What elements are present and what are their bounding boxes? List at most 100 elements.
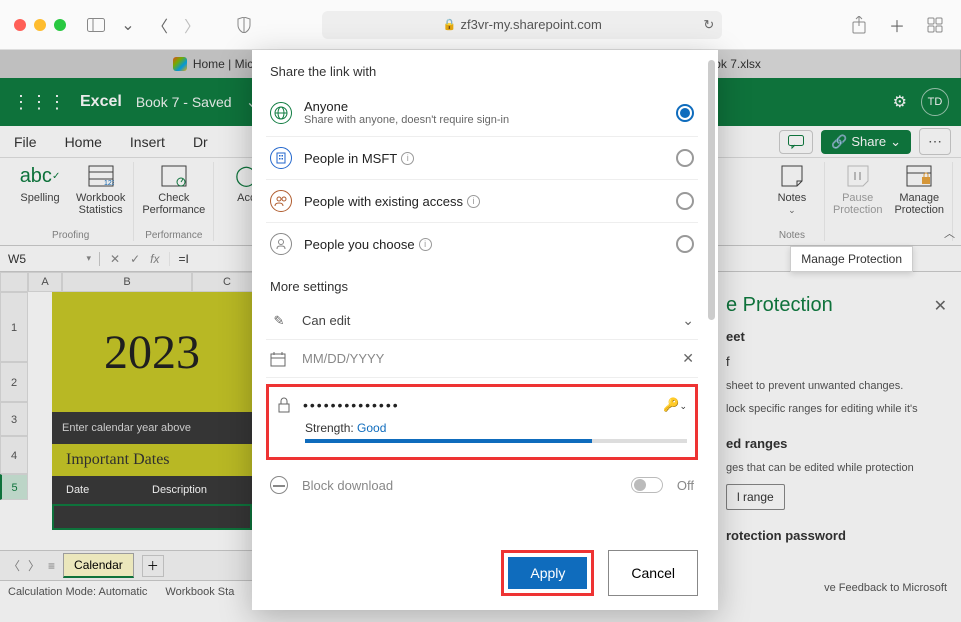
more-settings-heading: More settings — [270, 279, 698, 294]
selected-cell[interactable] — [52, 504, 252, 530]
option-choose[interactable]: People you choose i — [266, 223, 698, 265]
option-title: People you choose — [304, 237, 415, 252]
row-header[interactable]: 1 — [0, 292, 28, 362]
expiry-date-field[interactable]: MM/DD/YYYY ✕ — [266, 340, 698, 378]
row-header[interactable]: 3 — [0, 402, 28, 436]
password-options-icon[interactable]: 🔑⌄ — [663, 397, 687, 413]
tab-insert[interactable]: Insert — [130, 134, 165, 150]
select-all-corner[interactable] — [0, 272, 28, 292]
sheet-nav-next[interactable]: 〉 — [28, 557, 40, 574]
minimize-window-button[interactable] — [34, 19, 46, 31]
name-box[interactable]: W5 ▾ — [0, 252, 100, 266]
row-header[interactable]: 5 — [0, 474, 28, 500]
radio-selected[interactable] — [676, 104, 694, 122]
section-desc: ges that can be edited while protection — [726, 461, 947, 476]
chevron-down-icon[interactable]: ⌄ — [116, 13, 140, 37]
sheet-list-icon[interactable]: ≡ — [48, 559, 55, 573]
toggle-state: Off — [677, 478, 694, 493]
tab-home[interactable]: Home — [65, 134, 102, 150]
apply-highlight: Apply — [501, 550, 594, 596]
more-button[interactable]: ⋯ — [919, 128, 951, 155]
workbook-stats-button[interactable]: 123 Workbook Statistics — [76, 162, 125, 228]
apply-button[interactable]: Apply — [508, 557, 587, 589]
share-button[interactable]: 🔗 Share ⌄ — [821, 130, 911, 154]
col-header[interactable]: A — [28, 272, 62, 292]
col-header[interactable]: B — [62, 272, 192, 292]
cancel-button[interactable]: Cancel — [608, 550, 698, 596]
tab-draw[interactable]: Dr — [193, 134, 208, 150]
option-anyone[interactable]: Anyone Share with anyone, doesn't requir… — [266, 89, 698, 137]
forward-button[interactable]: 〉 — [180, 13, 204, 37]
tab-file[interactable]: File — [14, 134, 37, 150]
table-header-row[interactable]: Date Description — [52, 476, 252, 504]
back-button[interactable]: 〈 — [148, 13, 172, 37]
tab-overview-icon[interactable] — [923, 13, 947, 37]
row-headers: 1 2 3 4 5 — [0, 292, 28, 500]
option-msft[interactable]: People in MSFTi — [266, 137, 698, 180]
info-icon[interactable]: i — [419, 238, 432, 251]
avatar[interactable]: TD — [921, 88, 949, 116]
collapse-ribbon-icon[interactable]: ︿ — [944, 225, 955, 241]
add-sheet-button[interactable]: ＋ — [142, 555, 164, 577]
block-icon — [270, 476, 288, 494]
sheet-tab-calendar[interactable]: Calendar — [63, 553, 134, 578]
fullscreen-window-button[interactable] — [54, 19, 66, 31]
close-panel-icon[interactable]: ✕ — [934, 296, 947, 316]
gear-icon[interactable]: ⚙ — [893, 92, 907, 112]
window-controls — [14, 19, 66, 31]
row-header[interactable]: 2 — [0, 362, 28, 402]
option-existing[interactable]: People with existing accessi — [266, 180, 698, 223]
radio[interactable] — [676, 235, 694, 253]
radio[interactable] — [676, 192, 694, 210]
radio[interactable] — [676, 149, 694, 167]
lock-icon — [277, 397, 291, 413]
clear-icon[interactable]: ✕ — [682, 350, 694, 367]
protection-panel: e Protection ✕ eet f sheet to prevent un… — [711, 284, 961, 600]
chevron-down-icon: ⌄ — [788, 206, 796, 216]
year-cell[interactable]: 2023 — [52, 292, 252, 412]
spelling-button[interactable]: abc✓ Spelling — [16, 162, 64, 228]
accept-formula-icon[interactable]: ✓ — [130, 252, 140, 266]
group-label: Notes — [779, 230, 805, 241]
sidebar-toggle-icon[interactable] — [84, 13, 108, 37]
address-bar[interactable]: 🔒 zf3vr-my.sharepoint.com ↻ — [322, 11, 722, 39]
section-heading: rotection password — [726, 528, 947, 543]
document-name[interactable]: Book 7 - Saved — [136, 94, 232, 110]
info-icon[interactable]: i — [467, 195, 480, 208]
new-tab-icon[interactable]: ＋ — [885, 13, 909, 37]
scrollbar[interactable] — [708, 60, 715, 320]
block-toggle[interactable] — [631, 477, 663, 493]
shield-icon[interactable] — [232, 13, 256, 37]
info-icon[interactable]: i — [401, 152, 414, 165]
important-dates-header[interactable]: Important Dates — [52, 444, 252, 476]
manage-protection-button[interactable]: Manage Protection — [894, 162, 944, 239]
feedback-link[interactable]: ve Feedback to Microsoft — [824, 582, 947, 594]
chevron-down-icon: ⌄ — [890, 134, 901, 150]
sheet-nav-prev[interactable]: 〈 — [8, 557, 20, 574]
chevron-down-icon: ▾ — [86, 253, 91, 264]
close-window-button[interactable] — [14, 19, 26, 31]
app-launcher-icon[interactable]: ⋮⋮⋮ — [12, 92, 66, 113]
fx-icon[interactable]: fx — [150, 252, 159, 266]
permission-selector[interactable]: ✎ Can edit ⌄ — [266, 302, 698, 340]
formula-value[interactable]: =I — [170, 252, 196, 266]
pause-protection-button[interactable]: Pause Protection — [833, 162, 883, 239]
unlock-range-button[interactable]: l range — [726, 484, 785, 510]
hint-cell[interactable]: Enter calendar year above — [52, 412, 252, 444]
password-input[interactable] — [303, 397, 651, 413]
share-icon[interactable] — [847, 13, 871, 37]
check-performance-button[interactable]: Check Performance — [142, 162, 205, 228]
cancel-formula-icon[interactable]: ✕ — [110, 252, 120, 266]
calendar-icon — [270, 351, 288, 367]
block-download-row: Block download Off — [266, 466, 698, 504]
comments-button[interactable] — [779, 130, 813, 154]
group-label: Proofing — [52, 230, 89, 241]
wb-stats-status[interactable]: Workbook Sta — [165, 586, 234, 598]
reload-icon[interactable]: ↻ — [703, 17, 714, 33]
share-icon: 🔗 — [831, 134, 847, 150]
option-desc: Share with anyone, doesn't require sign-… — [304, 114, 664, 126]
notes-button[interactable]: Notes ⌄ — [768, 162, 816, 228]
performance-icon — [160, 162, 188, 190]
row-header[interactable]: 4 — [0, 436, 28, 474]
calc-mode[interactable]: Calculation Mode: Automatic — [8, 586, 147, 598]
